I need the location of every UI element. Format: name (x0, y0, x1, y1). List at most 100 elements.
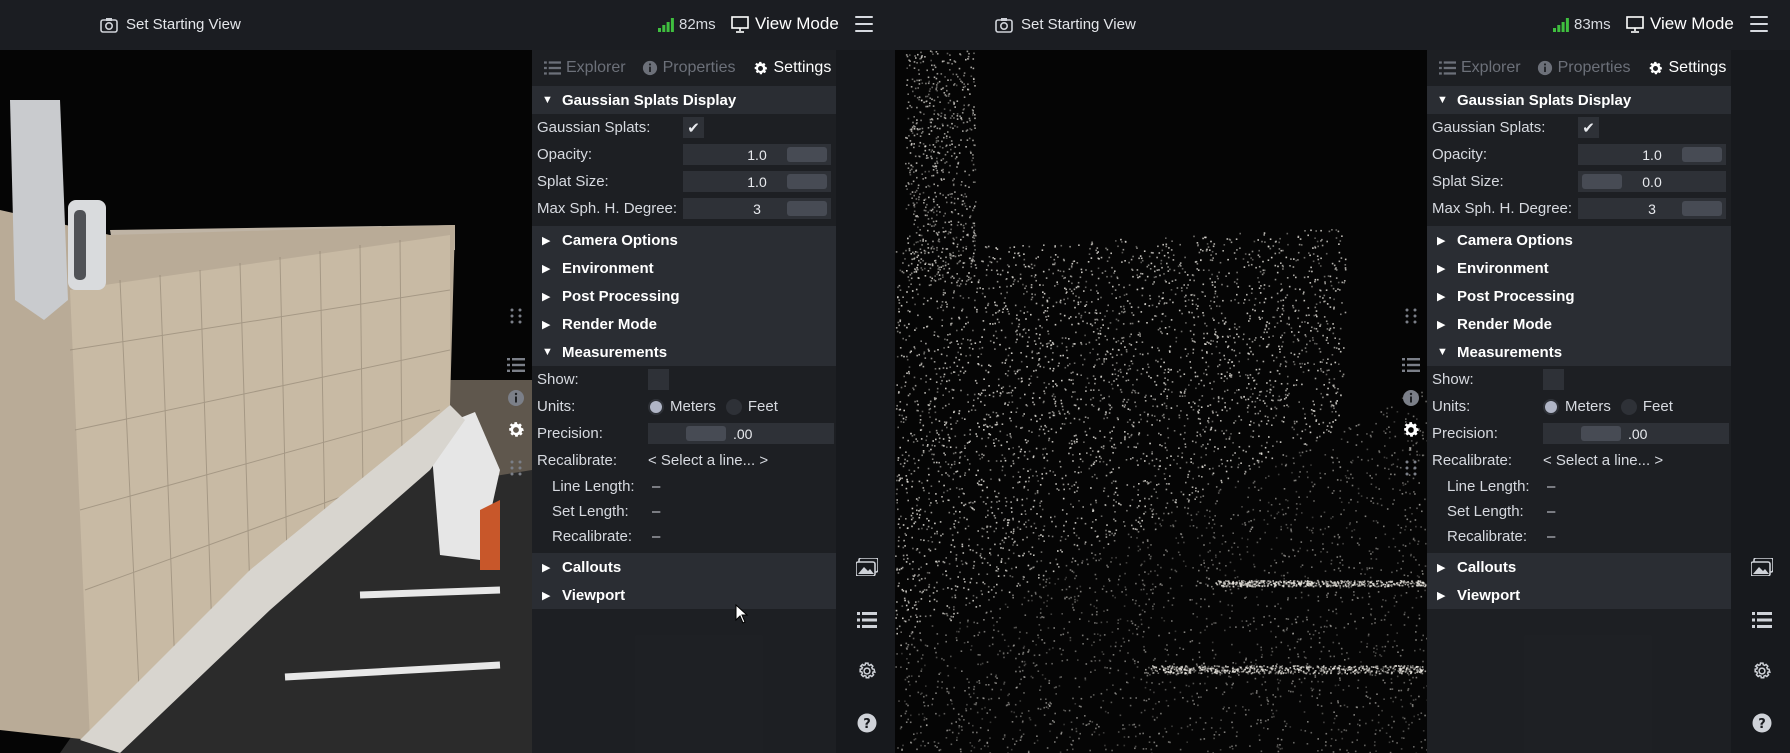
degree-slider[interactable]: 3 (1578, 198, 1726, 219)
splat-size-slider[interactable]: 1.0 (683, 171, 831, 192)
view-mode-button[interactable]: View Mode (1626, 14, 1734, 34)
radio-unselected-icon (725, 398, 742, 415)
image-gallery-icon[interactable] (1751, 556, 1773, 578)
slider-knob[interactable] (1682, 147, 1722, 162)
gear-icon[interactable] (856, 660, 878, 682)
opacity-slider[interactable]: 1.0 (683, 144, 831, 165)
section-gaussian-splats[interactable]: ▼ Gaussian Splats Display (1427, 86, 1731, 114)
tab-settings[interactable]: Settings (752, 59, 831, 77)
radio-label: Meters (1565, 398, 1611, 415)
slider-knob[interactable] (686, 426, 726, 441)
section-environment[interactable]: ▶ Environment (1427, 254, 1731, 282)
feet-radio[interactable]: Feet (725, 398, 778, 415)
opacity-row: Opacity: 1.0 (532, 141, 836, 168)
collapsed-triangle-icon: ▶ (542, 561, 551, 574)
section-viewport[interactable]: ▶ Viewport (1427, 581, 1731, 609)
mouse-cursor-icon (735, 604, 749, 624)
show-measurements-checkbox[interactable] (648, 369, 669, 390)
help-icon[interactable]: ? (1751, 712, 1773, 734)
section-title: Gaussian Splats Display (1457, 91, 1632, 109)
3d-viewport[interactable] (895, 50, 1427, 753)
show-row: Show: (532, 366, 836, 393)
section-viewport[interactable]: ▶ Viewport (532, 581, 836, 609)
set-starting-view-button[interactable]: Set Starting View (100, 16, 241, 33)
slider-knob[interactable] (787, 201, 827, 216)
radio-label: Feet (747, 398, 778, 415)
tab-explorer[interactable]: Explorer (1439, 59, 1521, 77)
precision-slider[interactable]: .00 (648, 423, 834, 444)
row-label: Show: (537, 371, 579, 388)
slider-knob[interactable] (1682, 201, 1722, 216)
collapsed-triangle-icon: ▶ (542, 589, 551, 602)
gaussian-splats-checkbox[interactable]: ✔ (683, 117, 704, 138)
slider-knob[interactable] (787, 147, 827, 162)
properties-dock-icon[interactable] (1401, 388, 1421, 408)
3d-viewport[interactable] (0, 50, 532, 753)
degree-row: Max Sph. H. Degree: 3 (1427, 195, 1731, 222)
row-label: Max Sph. H. Degree: (537, 200, 678, 217)
drag-handle-icon[interactable] (1401, 458, 1421, 478)
drag-handle-icon[interactable] (506, 306, 526, 326)
precision-slider[interactable]: .00 (1543, 423, 1729, 444)
explorer-dock-icon[interactable] (506, 355, 526, 375)
image-gallery-icon[interactable] (856, 556, 878, 578)
gear-icon[interactable] (1751, 660, 1773, 682)
show-measurements-checkbox[interactable] (1543, 369, 1564, 390)
select-line-dropdown[interactable]: < Select a line... > (648, 452, 768, 469)
row-label: Precision: (537, 425, 603, 442)
hamburger-menu-icon[interactable] (1750, 16, 1768, 32)
hamburger-menu-icon[interactable] (855, 16, 873, 32)
gaussian-splats-row: Gaussian Splats: ✔ (1427, 114, 1731, 141)
section-environment[interactable]: ▶ Environment (532, 254, 836, 282)
help-icon[interactable]: ? (856, 712, 878, 734)
section-callouts[interactable]: ▶ Callouts (1427, 553, 1731, 581)
row-label: Splat Size: (1432, 173, 1504, 190)
set-length-row: Set Length: – (1427, 499, 1731, 524)
feet-radio[interactable]: Feet (1620, 398, 1673, 415)
slider-knob[interactable] (787, 174, 827, 189)
explorer-dock-icon[interactable] (1401, 355, 1421, 375)
settings-dock-icon[interactable] (506, 420, 526, 440)
section-gaussian-splats[interactable]: ▼ Gaussian Splats Display (532, 86, 836, 114)
tab-properties[interactable]: Properties (1537, 59, 1631, 77)
meters-radio[interactable]: Meters (648, 398, 716, 415)
list-icon[interactable] (1751, 609, 1773, 631)
recalibrate-value-row: Recalibrate: – (532, 524, 836, 549)
gaussian-splats-checkbox[interactable]: ✔ (1578, 117, 1599, 138)
drag-handle-icon[interactable] (1401, 306, 1421, 326)
row-label: Line Length: (552, 478, 635, 495)
section-measurements[interactable]: ▼ Measurements (532, 338, 836, 366)
view-mode-label: View Mode (755, 14, 839, 33)
select-line-dropdown[interactable]: < Select a line... > (1543, 452, 1663, 469)
tab-properties[interactable]: Properties (642, 59, 736, 77)
tab-properties-label: Properties (662, 59, 736, 76)
section-render-mode[interactable]: ▶ Render Mode (1427, 310, 1731, 338)
signal-bars-icon (1553, 17, 1569, 32)
view-mode-button[interactable]: View Mode (731, 14, 839, 34)
properties-dock-icon[interactable] (506, 388, 526, 408)
slider-value: 3 (753, 200, 761, 217)
list-icon[interactable] (856, 609, 878, 631)
drag-handle-icon[interactable] (506, 458, 526, 478)
panel-dock (500, 306, 532, 500)
meters-radio[interactable]: Meters (1543, 398, 1611, 415)
splat-size-slider[interactable]: 0.0 (1578, 171, 1726, 192)
recalibrate-value-row: Recalibrate: – (1427, 524, 1731, 549)
section-render-mode[interactable]: ▶ Render Mode (532, 310, 836, 338)
tab-settings[interactable]: Settings (1647, 59, 1726, 77)
slider-knob[interactable] (1582, 174, 1622, 189)
checkmark-icon: ✔ (1582, 119, 1595, 137)
opacity-slider[interactable]: 1.0 (1578, 144, 1726, 165)
section-camera-options[interactable]: ▶ Camera Options (1427, 226, 1731, 254)
slider-knob[interactable] (1581, 426, 1621, 441)
section-post-processing[interactable]: ▶ Post Processing (1427, 282, 1731, 310)
settings-dock-icon[interactable] (1401, 420, 1421, 440)
section-post-processing[interactable]: ▶ Post Processing (532, 282, 836, 310)
section-measurements[interactable]: ▼ Measurements (1427, 338, 1731, 366)
set-starting-view-button[interactable]: Set Starting View (995, 16, 1136, 33)
section-callouts[interactable]: ▶ Callouts (532, 553, 836, 581)
tab-explorer[interactable]: Explorer (544, 59, 626, 77)
line-length-row: Line Length: – (1427, 474, 1731, 499)
section-camera-options[interactable]: ▶ Camera Options (532, 226, 836, 254)
degree-slider[interactable]: 3 (683, 198, 831, 219)
